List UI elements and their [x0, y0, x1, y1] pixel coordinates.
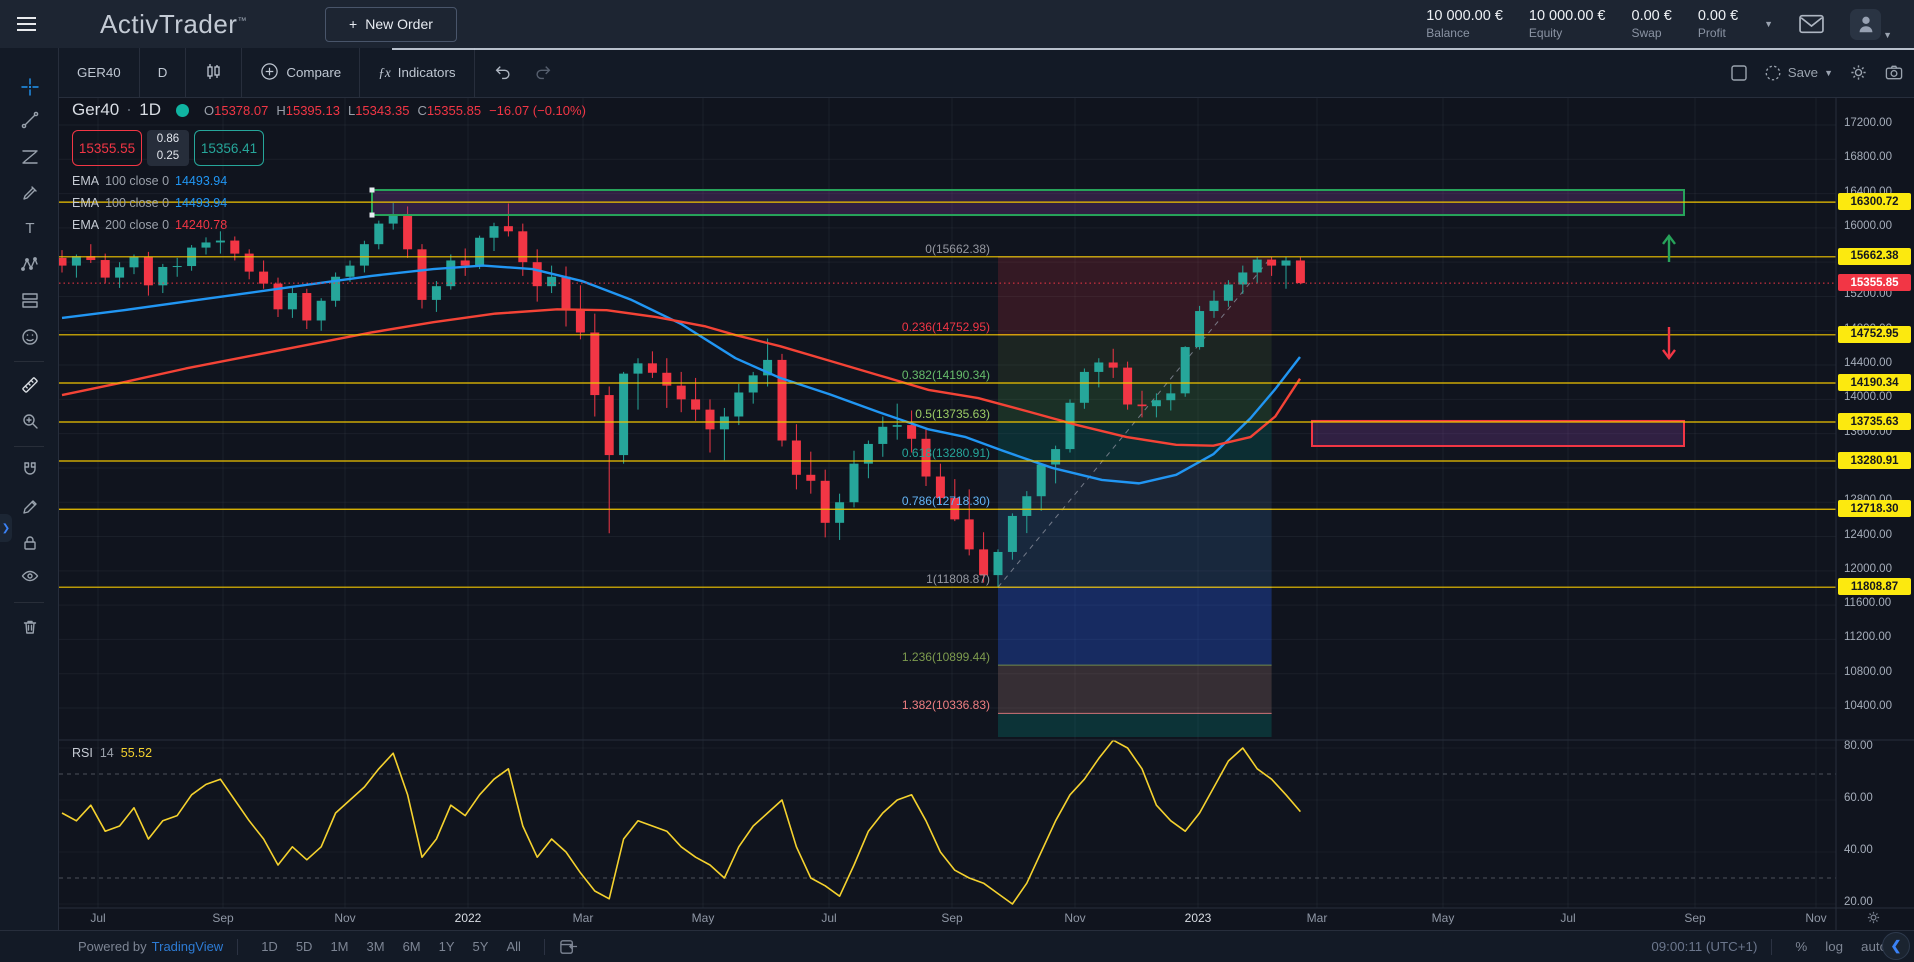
range-5d-button[interactable]: 5D [287, 939, 322, 954]
sell-bid-button[interactable]: 15355.55 [72, 130, 142, 166]
plus-icon: + [349, 16, 357, 32]
magnet-mode-icon[interactable] [0, 455, 59, 483]
hide-drawings-eye-icon[interactable] [0, 562, 59, 590]
ohlc-values: O15378.07 H15395.13 L15343.35 C15355.85 … [204, 103, 586, 118]
clock-timezone-button[interactable]: 09:00:11 (UTC+1) [1651, 939, 1757, 954]
snapshot-camera-icon[interactable] [1884, 63, 1904, 82]
save-layout-button[interactable]: Save ▼ [1764, 64, 1833, 82]
bottom-bar: Powered by TradingView 1D 5D 1M 3M 6M 1Y… [0, 930, 1914, 962]
chevron-down-icon[interactable]: ▼ [1764, 19, 1773, 29]
range-buttons: 1D 5D 1M 3M 6M 1Y 5Y All [252, 939, 530, 954]
buy-ask-button[interactable]: 15356.41 [194, 130, 264, 166]
chart-toolbar: GER40 D Compare ƒx Indicators Save [59, 48, 1914, 98]
chart-legend: Ger40 1D O15378.07 H15395.13 L15343.35 C… [72, 100, 586, 236]
range-all-button[interactable]: All [497, 939, 529, 954]
fib-retracement-tool-icon[interactable] [0, 143, 59, 171]
range-6m-button[interactable]: 6M [394, 939, 430, 954]
chart-settings-gear-icon[interactable] [1849, 63, 1868, 82]
compare-button[interactable]: Compare [242, 48, 359, 97]
top-bar: ActivTrader™ +New Order 10 000.00 €Balan… [0, 0, 1914, 48]
xabcd-pattern-tool-icon[interactable] [0, 250, 59, 278]
profit-stat: 0.00 €Profit [1698, 7, 1738, 40]
svg-text:T: T [25, 220, 34, 237]
redo-button[interactable] [531, 48, 571, 97]
fx-icon: ƒx [378, 65, 391, 81]
indicators-button[interactable]: ƒx Indicators [360, 48, 473, 97]
interval-button[interactable]: D [140, 48, 186, 97]
text-tool-icon[interactable]: T [0, 214, 59, 242]
legend-interval: 1D [139, 100, 161, 120]
legend-symbol: Ger40 [72, 100, 119, 120]
hamburger-menu-icon[interactable] [0, 17, 52, 31]
circle-plus-icon [260, 62, 279, 84]
ema-legend-row[interactable]: EMA200 close 014240.78 [72, 218, 586, 236]
candles-icon [204, 62, 223, 84]
app-logo: ActivTrader™ [100, 9, 247, 40]
quote-panel: 15355.55 0.860.25 15356.41 [72, 130, 586, 166]
tradingview-link[interactable]: TradingView [152, 939, 224, 954]
new-order-button[interactable]: +New Order [325, 7, 457, 42]
indicator-legend: EMA100 close 014493.94 EMA100 close 0144… [72, 174, 586, 236]
undo-button[interactable] [475, 48, 531, 97]
measure-ruler-tool-icon[interactable] [0, 371, 59, 399]
drawing-tools-sidebar: T [0, 48, 59, 930]
range-1m-button[interactable]: 1M [321, 939, 357, 954]
time-axis-settings-gear-icon[interactable] [1866, 910, 1881, 930]
powered-by-label: Powered by [78, 939, 147, 954]
symbol-button[interactable]: GER40 [59, 48, 139, 97]
percent-scale-toggle[interactable]: % [1786, 939, 1816, 954]
swap-stat: 0.00 €Swap [1632, 7, 1672, 40]
spread-indicator: 0.860.25 [147, 130, 189, 166]
mail-icon[interactable] [1799, 14, 1824, 34]
account-summary: 10 000.00 €Balance 10 000.00 €Equity 0.0… [1426, 0, 1892, 48]
active-panel-highlight [392, 48, 1914, 50]
chevron-down-icon: ▼ [1824, 68, 1833, 78]
market-status-dot-icon [176, 104, 189, 117]
change-value: −16.07 (−0.10%) [489, 103, 586, 118]
remove-drawings-trash-icon[interactable] [0, 613, 59, 641]
user-avatar[interactable] [1850, 9, 1881, 40]
trend-line-tool-icon[interactable] [0, 106, 59, 134]
chevron-down-icon[interactable]: ▼ [1883, 30, 1892, 40]
range-1d-button[interactable]: 1D [252, 939, 287, 954]
cloud-sync-icon [1764, 64, 1782, 82]
equity-stat: 10 000.00 €Equity [1529, 7, 1606, 40]
activtrader-app: ActivTrader™ +New Order 10 000.00 €Balan… [0, 0, 1914, 962]
zoom-in-tool-icon[interactable] [0, 407, 59, 435]
log-scale-toggle[interactable]: log [1816, 939, 1852, 954]
range-5y-button[interactable]: 5Y [464, 939, 498, 954]
go-to-date-icon[interactable] [559, 937, 578, 956]
chart-style-button[interactable] [186, 48, 241, 97]
ema-legend-row[interactable]: EMA100 close 014493.94 [72, 196, 586, 214]
crosshair-tool-icon[interactable] [0, 73, 59, 101]
rsi-legend[interactable]: RSI1455.52 [72, 746, 152, 760]
layout-select-button[interactable] [1730, 64, 1748, 82]
collapse-panel-chevron-icon[interactable]: ❮ [1882, 932, 1910, 960]
expand-panel-chevron-icon[interactable]: ❯ [0, 514, 12, 542]
brush-tool-icon[interactable] [0, 179, 59, 207]
position-tool-icon[interactable] [0, 286, 59, 314]
range-3m-button[interactable]: 3M [358, 939, 394, 954]
range-1y-button[interactable]: 1Y [430, 939, 464, 954]
symbol-legend-row[interactable]: Ger40 1D O15378.07 H15395.13 L15343.35 C… [72, 100, 586, 120]
ema-legend-row[interactable]: EMA100 close 014493.94 [72, 174, 586, 192]
balance-stat: 10 000.00 €Balance [1426, 7, 1503, 40]
emoji-tool-icon[interactable] [0, 323, 59, 351]
